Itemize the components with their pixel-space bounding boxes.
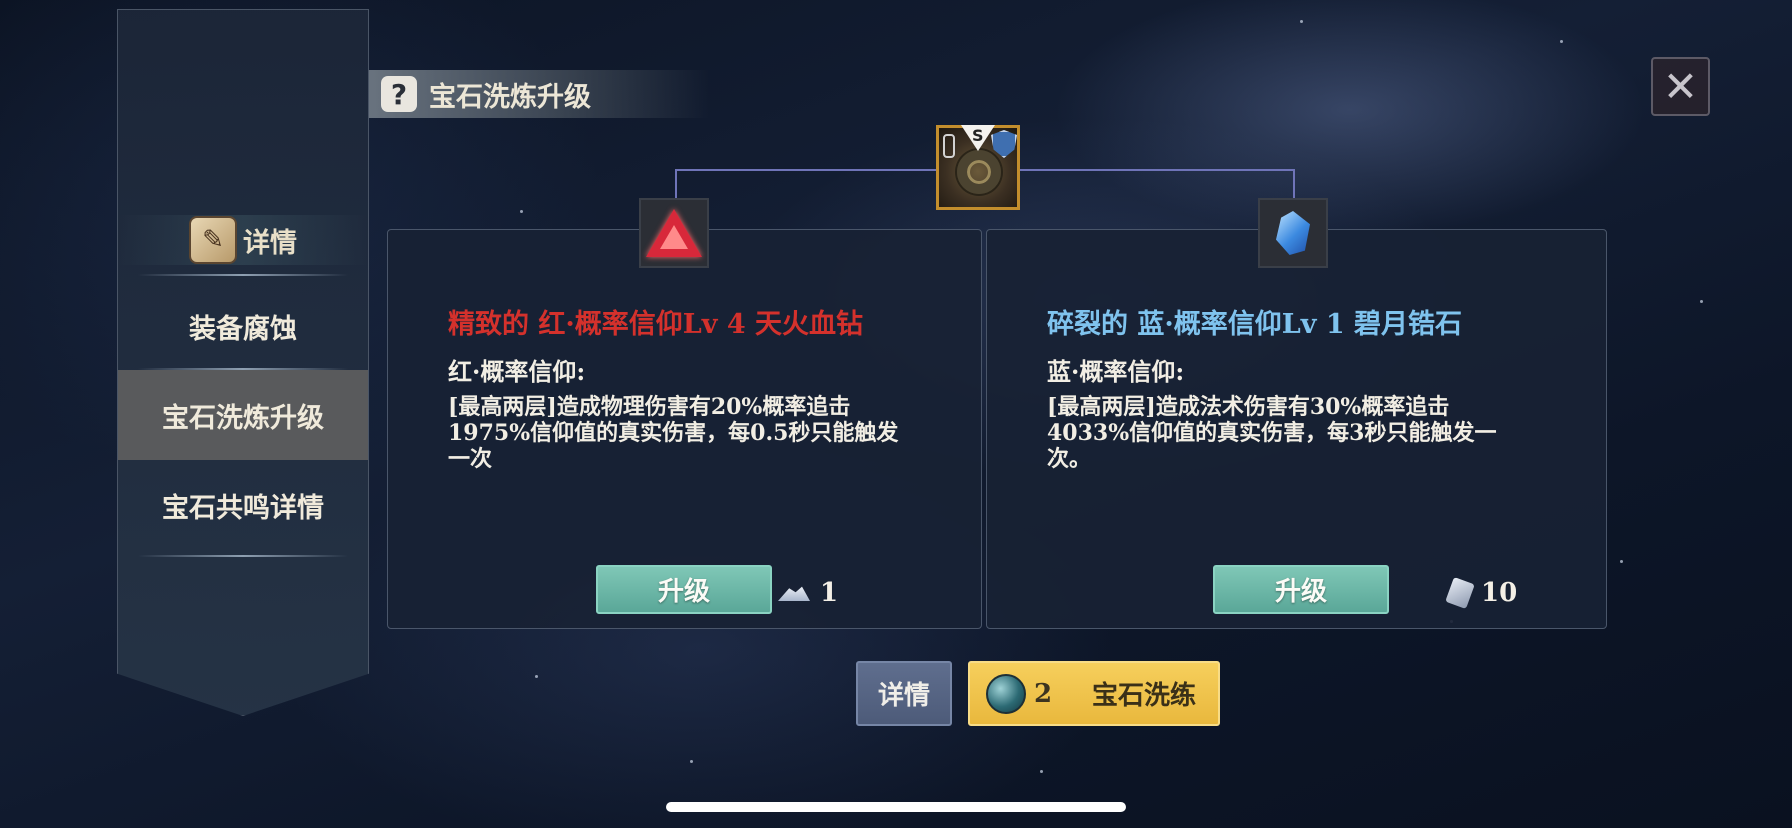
sidebar-detail-label: 详情	[243, 227, 297, 259]
refine-label: 宝石洗练	[1091, 681, 1196, 711]
help-icon[interactable]: ?	[381, 76, 417, 112]
sidebar-divider	[138, 555, 348, 557]
gem-description: [最高两层]造成法术伤害有30%概率追击4033%信仰值的真实伤害，每3秒只能触…	[1047, 394, 1497, 472]
title-banner: ? 宝石洗炼升级	[369, 70, 709, 118]
sidebar-item-equipment-corrosion[interactable]: 装备腐蚀	[118, 281, 368, 371]
upgrade-button[interactable]: 升级	[1213, 565, 1389, 614]
cost-amount: 10	[1481, 578, 1518, 608]
powder-icon	[778, 586, 810, 601]
gem-name: 碎裂的 蓝·概率信仰Lv 1 碧月锆石	[1047, 309, 1463, 340]
stone-icon	[1445, 577, 1475, 609]
red-gem-slot[interactable]	[639, 198, 709, 268]
ring-icon	[957, 150, 1001, 194]
connector-line	[675, 169, 677, 199]
refine-orb-icon	[986, 673, 1026, 714]
red-gem-icon	[646, 209, 702, 257]
sidebar-item-label: 宝石共鸣详情	[162, 492, 324, 524]
connector-line	[1293, 169, 1295, 199]
gem-attribute: 蓝·概率信仰:	[1047, 357, 1185, 386]
sidebar-divider	[138, 274, 348, 276]
gem-attribute: 红·概率信仰:	[448, 357, 586, 386]
sidebar-detail-tab[interactable]: ✎ 详情	[118, 215, 368, 265]
sidebar-item-gem-refine-upgrade[interactable]: 宝石洗炼升级	[118, 370, 368, 460]
sidebar-item-label: 宝石洗炼升级	[162, 402, 324, 434]
gem-panel-blue: 碎裂的 蓝·概率信仰Lv 1 碧月锆石 蓝·概率信仰: [最高两层]造成法术伤害…	[986, 229, 1607, 629]
gem-refine-button[interactable]: 2 宝石洗练	[968, 661, 1220, 726]
gem-name: 精致的 红·概率信仰Lv 4 天火血钻	[448, 309, 864, 340]
shield-icon	[991, 130, 1017, 158]
cost-amount: 1	[820, 578, 839, 608]
sidebar-item-label: 装备腐蚀	[189, 313, 297, 345]
close-button[interactable]: ✕	[1651, 57, 1710, 116]
gem-panel-red: 精致的 红·概率信仰Lv 4 天火血钻 红·概率信仰: [最高两层]造成物理伤害…	[387, 229, 982, 629]
upgrade-button[interactable]: 升级	[596, 565, 772, 614]
upgrade-cost: 10	[1445, 577, 1518, 609]
blue-gem-slot[interactable]	[1258, 198, 1328, 268]
detail-button[interactable]: 详情	[856, 661, 952, 726]
sidebar-item-gem-resonance[interactable]: 宝石共鸣详情	[118, 460, 368, 550]
blue-gem-icon	[1276, 211, 1310, 255]
scroll-icon: ✎	[189, 216, 237, 264]
home-indicator[interactable]	[666, 802, 1126, 812]
upgrade-cost: 1	[778, 578, 838, 608]
rank-badge-label: S	[972, 126, 984, 145]
close-icon: ✕	[1662, 62, 1699, 111]
sidebar: ✎ 详情 装备腐蚀 宝石洗炼升级 宝石共鸣详情	[117, 9, 369, 716]
page-title: 宝石洗炼升级	[429, 81, 591, 113]
gem-description: [最高两层]造成物理伤害有20%概率追击1975%信仰值的真实伤害，每0.5秒只…	[448, 394, 899, 472]
refine-material-count: 2	[1034, 678, 1053, 709]
equipment-item-slot[interactable]: S	[936, 125, 1020, 210]
chain-icon	[943, 134, 955, 158]
